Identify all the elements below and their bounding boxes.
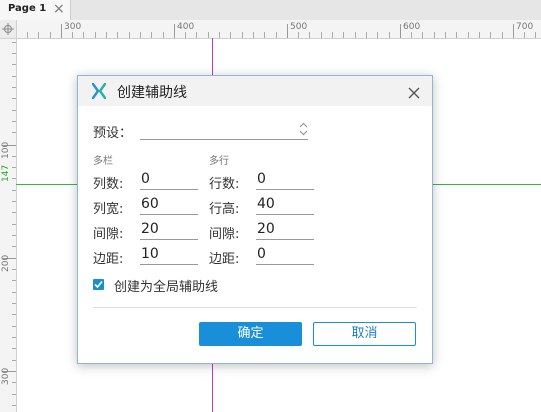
row-height-input[interactable]: 40 [256, 196, 314, 215]
column-width-value: 60 [141, 196, 159, 212]
horizontal-ruler: 300 400 500 600 700 [0, 20, 541, 39]
ruler-label: 500 [290, 22, 308, 32]
ruler-label: 300 [1, 367, 11, 385]
cancel-button[interactable]: 取消 [313, 322, 416, 346]
tab-close-icon[interactable]: × [53, 1, 65, 17]
global-guides-checkbox[interactable] [93, 279, 104, 290]
column-count-label: 列数: [93, 177, 124, 192]
preset-label: 预设： [93, 126, 133, 141]
ok-button[interactable]: 确定 [199, 322, 302, 346]
row-height-label: 行高: [209, 202, 240, 217]
row-count-value: 0 [257, 171, 266, 187]
ruler-label: 200 [1, 254, 11, 272]
ruler-origin-icon[interactable] [0, 20, 17, 39]
vertical-ruler: 100 147 200 300 [0, 38, 17, 412]
row-margin-input[interactable]: 0 [256, 246, 314, 265]
row-count-input[interactable]: 0 [256, 171, 314, 190]
column-margin-value: 10 [141, 246, 159, 262]
ruler-guide-position: 147 [1, 164, 11, 182]
ruler-label: 400 [177, 22, 195, 32]
row-gap-input[interactable]: 20 [256, 221, 314, 240]
dialog-header[interactable]: 创建辅助线 [78, 76, 432, 106]
dialog-title: 创建辅助线 [117, 85, 187, 101]
row-margin-label: 边距: [209, 252, 240, 267]
preset-select[interactable] [140, 121, 308, 140]
row-count-label: 行数: [209, 177, 240, 192]
row-margin-value: 0 [257, 246, 266, 262]
column-gap-value: 20 [141, 221, 159, 237]
global-guides-label[interactable]: 创建为全局辅助线 [114, 276, 218, 295]
app-logo-icon [91, 82, 107, 103]
tab-label: Page 1 [8, 3, 47, 14]
row-height-value: 40 [257, 196, 275, 212]
close-icon[interactable] [408, 84, 420, 103]
column-count-input[interactable]: 0 [140, 171, 198, 190]
row-gap-label: 间隙: [209, 227, 240, 242]
columns-section-label: 多栏 [93, 156, 113, 167]
row-gap-value: 20 [257, 221, 275, 237]
tab-bar: Page 1 × [0, 0, 541, 21]
divider [93, 307, 417, 308]
column-gap-input[interactable]: 20 [140, 221, 198, 240]
ruler-label: 700 [516, 22, 534, 32]
column-width-label: 列宽: [93, 202, 124, 217]
tab-page-1[interactable]: Page 1 × [0, 0, 71, 20]
ruler-label: 100 [1, 141, 11, 159]
column-margin-input[interactable]: 10 [140, 246, 198, 265]
rows-section-label: 多行 [209, 156, 229, 167]
updown-arrow-icon [299, 121, 308, 140]
checkmark-icon [94, 280, 103, 289]
ruler-label: 300 [64, 22, 82, 32]
ruler-label: 600 [403, 22, 421, 32]
column-count-value: 0 [141, 171, 150, 187]
column-margin-label: 边距: [93, 252, 124, 267]
create-guides-dialog: 创建辅助线 预设： 多栏 多行 列数: 0 列宽: 60 间隙: 20 边距: … [77, 75, 433, 364]
column-width-input[interactable]: 60 [140, 196, 198, 215]
column-gap-label: 间隙: [93, 227, 124, 242]
